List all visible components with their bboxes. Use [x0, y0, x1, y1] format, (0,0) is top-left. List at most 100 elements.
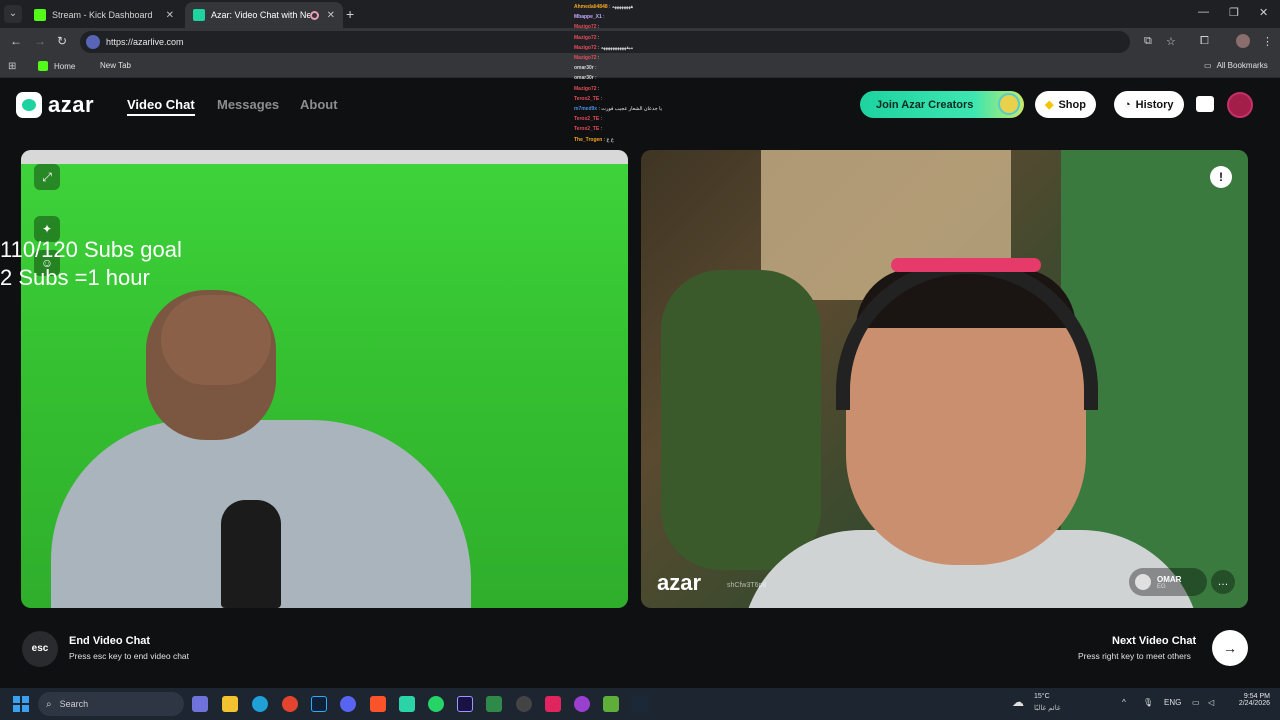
red-app-icon[interactable] [545, 696, 561, 712]
weather-temp[interactable]: 15°C [1034, 693, 1050, 700]
reload-icon[interactable]: ↻ [57, 34, 67, 48]
purple-app-icon[interactable] [574, 696, 590, 712]
edge-icon[interactable] [252, 696, 268, 712]
tab-kick-dashboard[interactable]: Stream - Kick Dashboard ✕ [26, 2, 182, 28]
chat-separator: : [596, 24, 600, 31]
recording-icon [309, 10, 319, 20]
chat-username: The_Trogen [574, 136, 603, 143]
minimize-button[interactable]: — [1198, 6, 1209, 18]
bookmark-new-tab[interactable]: New Tab [100, 61, 131, 70]
minecraft-icon[interactable] [603, 696, 619, 712]
menu-icon[interactable]: ⋮ [1262, 35, 1273, 48]
premiere-icon[interactable] [457, 696, 473, 712]
chat-bubble-icon[interactable]: … [1211, 570, 1235, 594]
azar-logo-icon [16, 92, 42, 118]
next-chat-button[interactable]: → [1212, 630, 1248, 666]
nav-video-chat[interactable]: Video Chat [127, 97, 195, 116]
history-label: History [1135, 98, 1174, 111]
all-bookmarks[interactable]: ▭ All Bookmarks [1204, 61, 1268, 70]
obs-icon[interactable] [516, 696, 532, 712]
chat-separator: : [599, 126, 602, 133]
join-creators-button[interactable]: Join Azar Creators [860, 91, 1024, 118]
user-avatar[interactable] [1227, 92, 1253, 118]
windows-taskbar: ⌕ Search ☁ 15°C غائم غالبًا ^ 🎙 ENG ▭ ◁ … [0, 688, 1280, 720]
azar-page: azar Video Chat Messages About Join Azar… [0, 78, 1280, 688]
close-tab-icon[interactable]: ✕ [166, 10, 174, 21]
chat-message: Mazigo72 : ميقههههههههههه [574, 43, 674, 53]
chat-text: يا جدعان الشعار عجيب فورت [601, 106, 663, 113]
chat-message: Terox2_TE : [574, 124, 674, 134]
peer-video-panel: ! azar shCfw3T6p8 OMAR EG … [641, 150, 1248, 608]
restore-button[interactable]: ❐ [1229, 6, 1239, 19]
weather-icon[interactable]: ☁ [1012, 695, 1024, 709]
profile-avatar[interactable] [1236, 34, 1250, 48]
site-info-icon[interactable] [86, 35, 100, 49]
bookmark-label: New Tab [100, 61, 131, 70]
discord-icon[interactable] [340, 696, 356, 712]
tray-chevron-icon[interactable]: ^ [1122, 698, 1126, 707]
forward-icon[interactable]: → [34, 34, 46, 48]
next-chat-hint: Press right key to meet others [1078, 651, 1191, 661]
file-explorer-icon[interactable] [222, 696, 238, 712]
history-button[interactable]: ◔ History [1114, 91, 1184, 118]
volume-icon[interactable]: ◁ [1208, 698, 1214, 707]
taskbar-search[interactable]: ⌕ Search [38, 692, 184, 716]
all-bookmarks-label: All Bookmarks [1216, 61, 1268, 70]
bookmark-home[interactable]: Home [38, 61, 75, 71]
taskbar-clock[interactable]: 9:54 PM 2/24/2026 [1226, 693, 1270, 707]
chrome-icon[interactable] [282, 696, 298, 712]
microphone-image [221, 500, 281, 608]
chat-message: Mbappe_X1 : [574, 12, 674, 22]
extensions-icon[interactable]: ⧠ [1200, 35, 1209, 48]
bookmark-star-icon[interactable]: ☆ [1166, 35, 1176, 48]
azar-logo[interactable]: azar [16, 92, 94, 118]
tab-title: Stream - Kick Dashboard [52, 10, 153, 20]
cast-icon[interactable]: ⧉ [1144, 35, 1152, 48]
next-chat-title[interactable]: Next Video Chat [1112, 635, 1196, 647]
close-tab-icon[interactable]: ✕ [327, 10, 335, 21]
whatsapp-icon[interactable] [428, 696, 444, 712]
nav-about[interactable]: About [300, 97, 338, 112]
tab-search-button[interactable]: ⌄ [4, 5, 22, 23]
chat-username: omar30r [574, 65, 594, 72]
tab-azar[interactable]: Azar: Video Chat with New ✕ [185, 2, 343, 28]
clock-icon: ◔ [1124, 98, 1131, 111]
chat-username: Terox2_TE [574, 116, 600, 123]
app-icon[interactable] [399, 696, 415, 712]
nav-messages[interactable]: Messages [217, 97, 279, 112]
chat-text: ههههههههه [611, 4, 634, 10]
peer-country: EG [1157, 583, 1166, 590]
peer-profile-tag[interactable]: OMAR EG [1129, 568, 1207, 596]
inbox-icon[interactable] [1196, 96, 1214, 112]
fullscreen-icon[interactable]: ⤢ [34, 164, 60, 190]
network-icon[interactable]: ▭ [1192, 698, 1200, 707]
teams-icon[interactable] [192, 696, 208, 712]
creators-badge-icon [998, 93, 1020, 115]
apps-grid-icon[interactable]: ⊞ [8, 61, 16, 72]
start-button[interactable] [13, 696, 29, 712]
self-video-panel: ⤢ ✦ ☺ [21, 150, 628, 608]
green-app-icon[interactable] [486, 696, 502, 712]
mic-icon[interactable]: 🎙 [1143, 698, 1153, 707]
photoshop-icon[interactable] [311, 696, 327, 712]
shop-button[interactable]: ◆ Shop [1035, 91, 1096, 118]
chat-username: Ahmedali4848 [574, 4, 608, 10]
url-text: https://azarlive.com [106, 37, 184, 47]
steam-icon[interactable] [632, 696, 648, 712]
chat-message: Terox2_TE : [574, 114, 674, 124]
end-chat-key[interactable]: esc [22, 631, 58, 667]
back-icon[interactable]: ← [10, 34, 22, 48]
brave-icon[interactable] [370, 696, 386, 712]
report-icon[interactable]: ! [1210, 166, 1232, 188]
stream-chat-overlay: Ahmedali4848 : ههههههههه Mbappe_X1 : Mazi… [574, 2, 674, 145]
new-tab-button[interactable]: + [346, 6, 354, 22]
kick-favicon-icon [34, 9, 46, 21]
gem-icon: ◆ [1045, 99, 1054, 111]
close-window-button[interactable]: ✕ [1259, 6, 1268, 19]
peer-avatar-icon [1135, 574, 1151, 590]
chat-username: omar30r [574, 75, 594, 82]
chat-separator: : [596, 55, 600, 62]
search-label: Search [59, 699, 89, 709]
end-chat-title[interactable]: End Video Chat [69, 635, 150, 647]
language-indicator[interactable]: ENG [1164, 698, 1181, 707]
